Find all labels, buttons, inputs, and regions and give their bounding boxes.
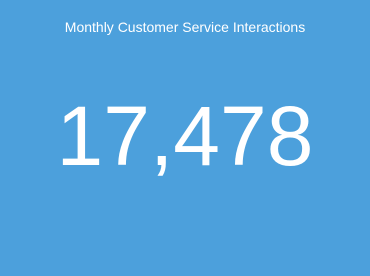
kpi-card: Monthly Customer Service Interactions 17… bbox=[0, 0, 370, 276]
kpi-value: 17,478 bbox=[56, 89, 314, 183]
kpi-title: Monthly Customer Service Interactions bbox=[64, 19, 306, 35]
